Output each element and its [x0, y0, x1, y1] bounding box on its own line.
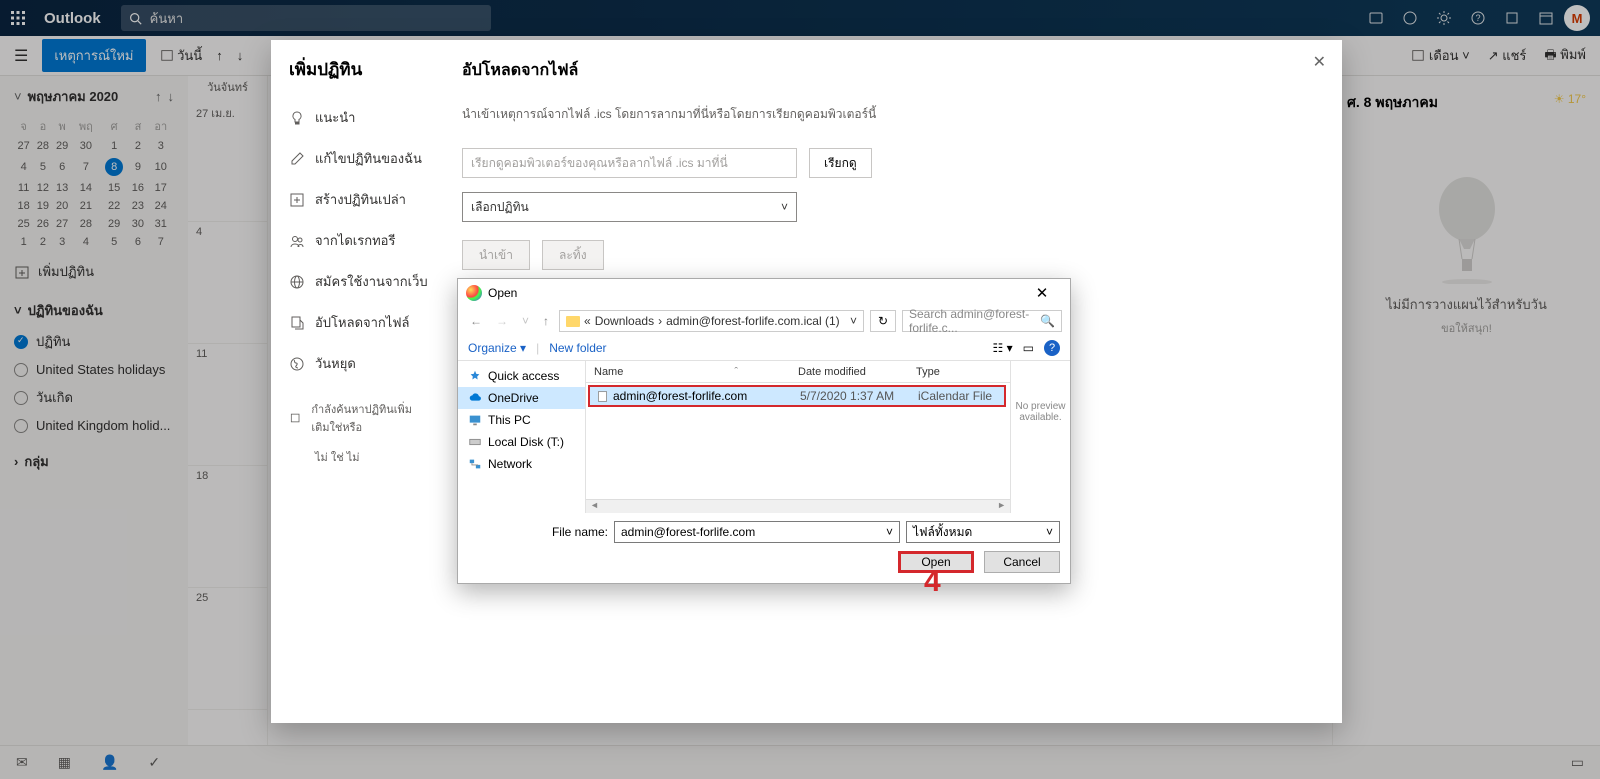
modal-title: เพิ่มปฏิทิน — [271, 56, 446, 97]
chevron-down-icon[interactable]: ˅ — [886, 525, 893, 539]
fdialog-side-item[interactable]: OneDrive — [458, 387, 585, 409]
annotation-4: 4 — [924, 565, 941, 599]
fdialog-side-item[interactable]: Local Disk (T:) — [458, 431, 585, 453]
fdialog-side-item[interactable]: Network — [458, 453, 585, 475]
modal-nav-item[interactable]: วันหยุด — [271, 343, 446, 384]
chevron-down-icon[interactable]: ˅ — [1046, 525, 1053, 539]
upload-icon — [289, 315, 305, 331]
star-icon — [468, 369, 482, 383]
horizontal-scrollbar[interactable] — [586, 499, 1010, 513]
people-icon — [289, 233, 305, 249]
forward-icon[interactable]: → — [492, 314, 512, 328]
discard-button[interactable]: ละทิ้ง — [542, 240, 604, 270]
fdialog-side-item[interactable]: This PC — [458, 409, 585, 431]
organize-button[interactable]: Organize ▾ — [468, 341, 526, 355]
chevron-down-icon[interactable]: ˅ — [850, 314, 857, 328]
edit-icon — [289, 151, 305, 167]
fdialog-title: Open — [488, 286, 517, 300]
upload-title: อัปโหลดจากไฟล์ — [462, 58, 1316, 83]
col-date-header[interactable]: Date modified — [798, 366, 916, 378]
preview-pane-icon[interactable]: ▭ — [1023, 341, 1034, 355]
modal-nav-item[interactable]: สมัครใช้งานจากเว็บ — [271, 261, 446, 302]
filename-label: File name: — [468, 525, 608, 539]
close-icon[interactable]: ✕ — [1313, 52, 1326, 72]
col-name-header[interactable]: Name — [594, 366, 623, 378]
recent-icon[interactable]: ˅ — [518, 314, 533, 328]
import-button[interactable]: นำเข้า — [462, 240, 530, 270]
back-icon[interactable]: ← — [466, 314, 486, 328]
fdialog-search[interactable]: Search admin@forest-forlife.c... 🔍 — [902, 310, 1062, 332]
calendar-select[interactable]: เลือกปฏิทิน ˅ — [462, 192, 797, 222]
up-icon[interactable]: ↑ — [539, 314, 553, 328]
search-icon: 🔍 — [1040, 314, 1055, 328]
lightbulb-icon — [289, 110, 305, 126]
view-options-icon[interactable]: ☷ ▾ — [993, 341, 1013, 355]
new-folder-button[interactable]: New folder — [549, 341, 606, 355]
network-icon — [468, 457, 482, 471]
col-type-header[interactable]: Type — [916, 366, 1010, 378]
fdialog-close-icon[interactable]: ✕ — [1022, 284, 1062, 302]
preview-pane: No preview available. — [1010, 361, 1070, 513]
file-row[interactable]: admin@forest-forlife.com 5/7/2020 1:37 A… — [588, 385, 1006, 407]
globe-icon — [289, 274, 305, 290]
filetype-select[interactable]: ไฟล์ทั้งหมด ˅ — [906, 521, 1060, 543]
folder-icon — [566, 316, 580, 327]
chevron-down-icon: ˅ — [781, 200, 788, 214]
help-icon[interactable]: ? — [1044, 340, 1060, 356]
browse-button[interactable]: เรียกดู — [809, 148, 872, 178]
earth-icon — [289, 356, 305, 372]
modal-nav-item[interactable]: แนะนำ — [271, 97, 446, 138]
monitor-icon — [468, 413, 482, 427]
modal-hint-opts[interactable]: ไม่ ใช่ ไม่ — [271, 446, 446, 466]
upload-desc: นำเข้าเหตุการณ์จากไฟล์ .ics โดยการลากมาท… — [462, 105, 1316, 124]
path-bar[interactable]: « Downloads › admin@forest-forlife.com.i… — [559, 310, 864, 332]
file-open-dialog: Open ✕ ← → ˅ ↑ « Downloads › admin@fores… — [457, 278, 1071, 584]
fdialog-side-item[interactable]: Quick access — [458, 365, 585, 387]
modal-nav-item[interactable]: อัปโหลดจากไฟล์ — [271, 302, 446, 343]
plus-square-icon — [289, 192, 305, 208]
modal-nav-item[interactable]: จากไดเรกทอรี — [271, 220, 446, 261]
cancel-button[interactable]: Cancel — [984, 551, 1060, 573]
file-drop-input[interactable]: เรียกดูคอมพิวเตอร์ของคุณหรือลากไฟล์ .ics… — [462, 148, 797, 178]
disk-icon — [468, 435, 482, 449]
filename-input[interactable]: admin@forest-forlife.com ˅ — [614, 521, 900, 543]
cloud-icon — [468, 391, 482, 405]
modal-nav-item[interactable]: แก้ไขปฏิทินของฉัน — [271, 138, 446, 179]
modal-nav-item[interactable]: สร้างปฏิทินเปล่า — [271, 179, 446, 220]
chrome-icon — [466, 285, 482, 301]
refresh-icon[interactable]: ↻ — [870, 310, 896, 332]
modal-hint: กำลังค้นหาปฏิทินเพิ่มเติมใช่หรือ — [271, 384, 446, 446]
